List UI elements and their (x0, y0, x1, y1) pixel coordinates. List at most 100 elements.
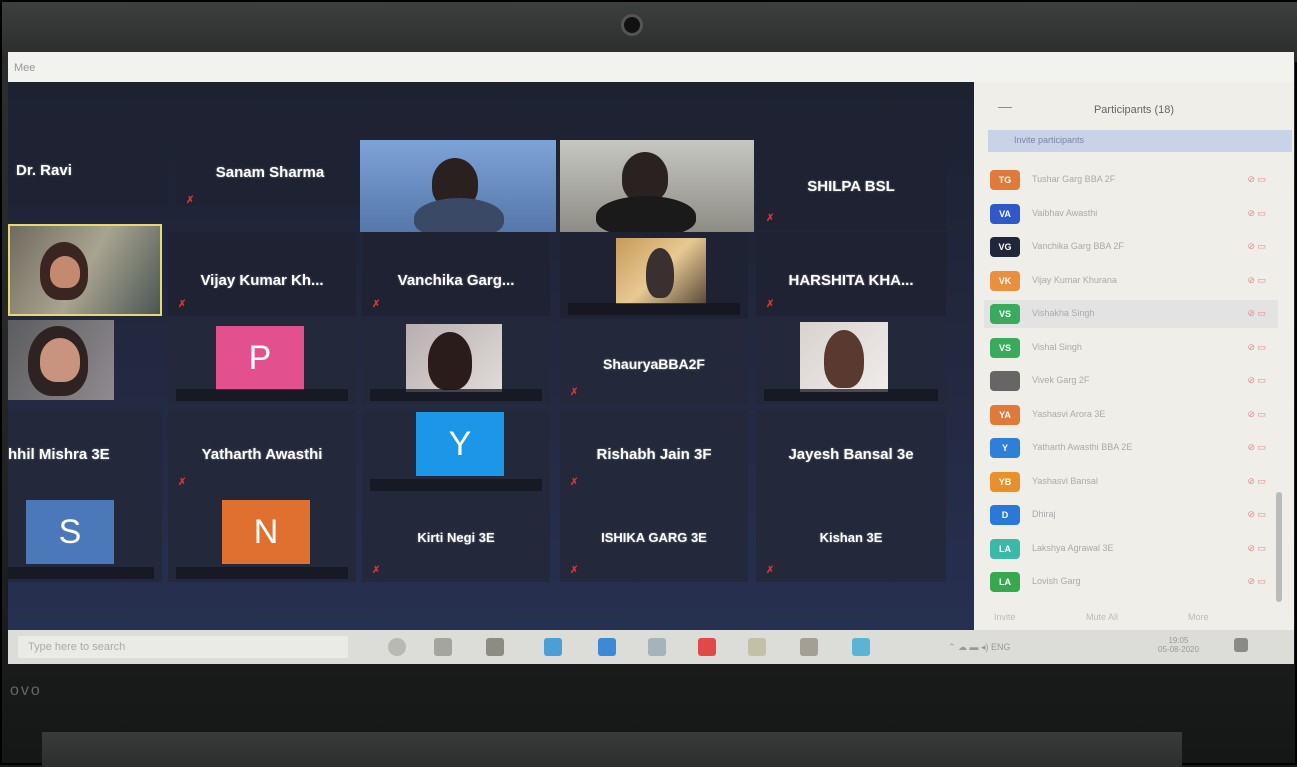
video-tile[interactable]: Kishan 3E ✗ (756, 494, 946, 582)
person-body (596, 196, 696, 232)
video-tile[interactable]: SHILPA BSL ✗ (756, 140, 946, 230)
mail-icon[interactable] (800, 638, 818, 656)
folder-icon[interactable] (748, 638, 766, 656)
participant-row[interactable]: VS Vishal Singh ⊘ ▭ (984, 334, 1278, 362)
video-tile[interactable] (560, 232, 748, 318)
participant-mic-video-icon: ⊘ ▭ (1247, 542, 1266, 553)
participant-video[interactable] (560, 140, 754, 232)
person-silhouette (824, 330, 864, 388)
participant-avatar: VK (990, 270, 1020, 291)
clock-time: 19:05 (1168, 636, 1189, 645)
taskbar-search-box[interactable]: Type here to search (18, 636, 348, 658)
participant-video[interactable] (8, 320, 114, 400)
video-tile[interactable] (362, 320, 550, 404)
participant-avatar: Y (990, 438, 1020, 458)
avatar-p: P (216, 326, 304, 390)
video-tile[interactable]: Vanchika Garg... ✗ (362, 232, 550, 316)
participant-row[interactable]: TG Tushar Garg BBA 2F ⊘ ▭ (984, 166, 1278, 194)
laptop-base (42, 732, 1182, 767)
participant-row[interactable]: VS Vishakha Singh ⊘ ▭ (984, 300, 1278, 328)
participant-row-name: Lakshya Agrawal 3E (1032, 542, 1114, 553)
participant-row[interactable]: YA Yashasvi Arora 3E ⊘ ▭ (984, 401, 1278, 429)
muted-mic-icon: ✗ (178, 299, 187, 310)
video-tile[interactable]: Jayesh Bansal 3e (756, 410, 946, 494)
app-icon[interactable] (698, 638, 716, 656)
participant-row[interactable]: VG Vanchika Garg BBA 2F ⊘ ▭ (984, 233, 1278, 261)
video-tile[interactable]: Vijay Kumar Kh... ✗ (168, 232, 356, 316)
participant-row-name: Vijay Kumar Khurana (1032, 274, 1117, 285)
edge-icon[interactable] (544, 638, 562, 656)
invite-button[interactable]: Invite (994, 612, 1016, 622)
chrome-icon[interactable] (648, 638, 666, 656)
participant-row[interactable]: YB Yashasvi Bansal ⊘ ▭ (984, 468, 1278, 496)
video-tile[interactable]: ISHIKA GARG 3E ✗ (560, 494, 748, 582)
participant-row[interactable]: VK Vijay Kumar Khurana ⊘ ▭ (984, 267, 1278, 295)
muted-mic-icon: ✗ (766, 213, 775, 224)
panel-footer: Invite Mute All More (974, 602, 1294, 630)
avatar-letter: Y (448, 424, 472, 463)
video-tile[interactable]: hhil Mishra 3E (8, 410, 162, 494)
participant-name: Vanchika Garg... (397, 272, 515, 289)
participant-row[interactable]: D Dhiraj ⊘ ▭ (984, 501, 1278, 529)
participant-mic-video-icon: ⊘ ▭ (1247, 341, 1266, 352)
person-silhouette (428, 332, 472, 390)
participant-list-scrollbar[interactable] (1276, 492, 1282, 602)
video-tile[interactable]: Sanam Sharma ✗ (176, 122, 364, 206)
participant-row[interactable]: LA Lovish Garg ⊘ ▭ (984, 568, 1278, 596)
participant-video (616, 238, 706, 304)
clock-date: 05-08-2020 (1158, 645, 1199, 654)
video-tile[interactable]: Yatharth Awasthi ✗ (168, 410, 356, 494)
search-placeholder: Type here to search (28, 641, 126, 653)
participant-row-name: Lovish Garg (1032, 576, 1081, 586)
video-gallery: Dr. Ravi Sanam Sharma ✗ SHILPA BSL ✗ Vij… (8, 82, 974, 630)
participant-avatar: LA (990, 572, 1020, 592)
participant-video (406, 324, 502, 392)
zoom-icon[interactable] (598, 638, 616, 656)
participant-avatar: LA (990, 538, 1020, 559)
muted-mic-icon: ✗ (186, 195, 195, 206)
participant-name: hhil Mishra 3E (8, 446, 110, 463)
participant-row-name: Tushar Garg BBA 2F (1032, 174, 1116, 184)
invite-bar[interactable]: Invite participants (988, 130, 1292, 152)
more-button[interactable]: More (1188, 612, 1209, 622)
participant-row[interactable]: Y Yatharth Awasthi BBA 2E ⊘ ▭ (984, 434, 1278, 462)
video-tile[interactable]: Y (362, 410, 550, 494)
video-tile[interactable]: N (168, 494, 356, 582)
task-view-icon[interactable] (434, 638, 452, 656)
participant-name: Vijay Kumar Kh... (200, 272, 324, 289)
participant-name: ISHIKA GARG 3E (601, 530, 707, 545)
active-speaker-video[interactable] (8, 224, 162, 316)
muted-mic-icon: ✗ (570, 565, 579, 576)
participant-mic-video-icon: ⊘ ▭ (1247, 509, 1266, 519)
mute-all-button[interactable]: Mute All (1086, 612, 1118, 622)
video-tile[interactable]: S (8, 494, 162, 582)
participant-name: Rishabh Jain 3F (596, 446, 712, 463)
participant-video[interactable] (360, 140, 556, 232)
participant-row[interactable]: VA Vaibhav Awasthi ⊘ ▭ (984, 200, 1278, 228)
video-tile[interactable] (756, 320, 946, 404)
video-caption-bar (176, 567, 348, 579)
video-tile[interactable]: Kirti Negi 3E ✗ (362, 494, 550, 582)
taskbar-clock[interactable]: 19:05 05-08-2020 (1158, 636, 1199, 654)
muted-mic-icon: ✗ (766, 299, 775, 310)
system-tray[interactable]: ⌃ ☁ ▬ ◂) ENG (948, 642, 1011, 653)
video-tile[interactable]: P (168, 320, 356, 404)
participant-avatar: YA (990, 404, 1020, 425)
participant-row[interactable]: LA Lakshya Agrawal 3E ⊘ ▭ (984, 535, 1278, 563)
participant-mic-video-icon: ⊘ ▭ (1247, 174, 1266, 184)
video-tile[interactable]: HARSHITA KHA... ✗ (756, 232, 946, 316)
video-tile[interactable]: Rishabh Jain 3F ✗ (560, 410, 748, 494)
muted-mic-icon: ✗ (372, 299, 381, 310)
participant-row[interactable]: Vivek Garg 2F ⊘ ▭ (984, 367, 1278, 395)
video-tile[interactable]: ShauryaBBA2F ✗ (560, 320, 748, 404)
participant-mic-video-icon: ⊘ ▭ (1247, 375, 1266, 385)
participant-avatar: VG (990, 237, 1020, 257)
notification-icon[interactable] (1234, 638, 1248, 652)
video-tile[interactable]: Dr. Ravi (8, 122, 168, 206)
participants-title: Participants (18) (1093, 104, 1175, 116)
cortana-icon[interactable] (388, 638, 406, 656)
person-body (414, 198, 504, 232)
browser-icon[interactable] (852, 638, 870, 656)
participant-name: Kishan 3E (819, 530, 883, 545)
store-icon[interactable] (486, 638, 504, 656)
